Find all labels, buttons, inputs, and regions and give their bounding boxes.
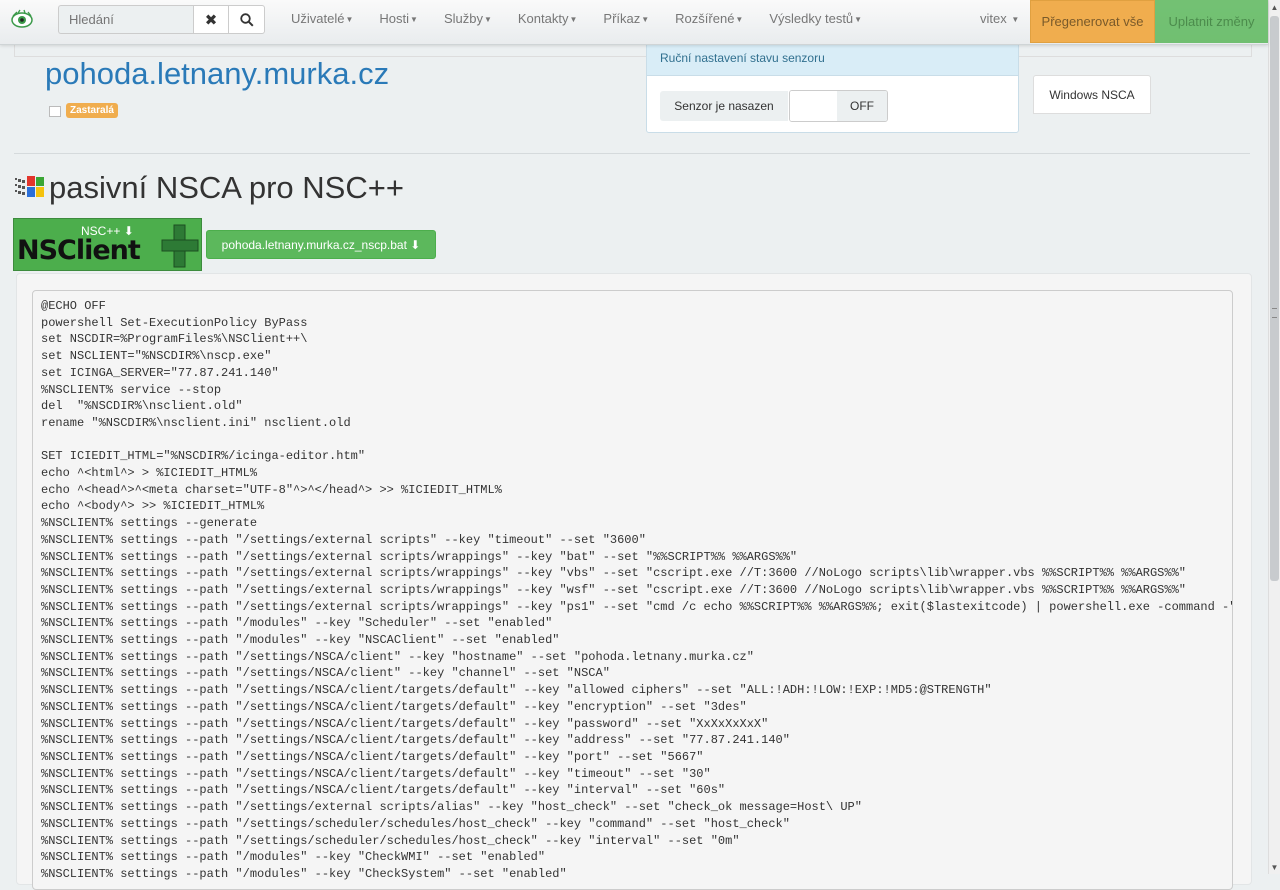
- code-line: @ECHO OFF: [41, 299, 106, 313]
- code-line: set NSCDIR=%ProgramFiles%\NSClient++\: [41, 332, 308, 347]
- code-line: %NSCLIENT% settings --path "/settings/NS…: [41, 716, 769, 731]
- nsclient-download-link[interactable]: NSC++ ⬇ NSClient: [13, 218, 202, 271]
- code-line: %NSCLIENT% settings --path "/settings/ex…: [41, 582, 1186, 597]
- code-line: %NSCLIENT% settings --path "/settings/NS…: [41, 766, 711, 781]
- navbar: ✖ Uživatelé▼ Hosti▼ Služby▼ Kontakty▼ Př…: [0, 0, 1268, 45]
- code-line: echo ^<head^>^<meta charset="UTF-8"^>^</…: [41, 482, 502, 497]
- menu-label: Rozšířené: [675, 11, 735, 26]
- code-line: %NSCLIENT% settings --path "/settings/ex…: [41, 599, 1233, 614]
- menu-label: Výsledky testů: [769, 11, 854, 26]
- toggle-state: OFF: [837, 91, 887, 121]
- user-name: vitex: [980, 11, 1007, 26]
- code-line: %NSCLIENT% settings --path "/settings/ex…: [41, 566, 1186, 581]
- bat-download-button[interactable]: pohoda.letnany.murka.cz_nscp.bat ⬇: [206, 230, 436, 259]
- caret-down-icon: ▼: [1011, 14, 1020, 24]
- page-title-text: pasivní NSCA pro NSC++: [49, 170, 404, 205]
- code-line: rename "%NSCDIR%\nsclient.ini" nsclient.…: [41, 415, 351, 430]
- code-line: %NSCLIENT% settings --path "/settings/sc…: [41, 833, 740, 848]
- main-menu: Uživatelé▼ Hosti▼ Služby▼ Kontakty▼ Přík…: [278, 0, 875, 38]
- host-title[interactable]: pohoda.letnany.murka.cz: [45, 56, 389, 92]
- search-button[interactable]: [229, 5, 265, 34]
- code-line: %NSCLIENT% settings --path "/modules" --…: [41, 866, 567, 881]
- scroll-down-arrow-icon[interactable]: ▼: [1269, 860, 1280, 874]
- caret-down-icon: ▼: [483, 14, 492, 24]
- clear-search-button[interactable]: ✖: [193, 5, 229, 34]
- code-line: %NSCLIENT% settings --path "/modules" --…: [41, 616, 553, 631]
- code-line: echo ^<body^> >> %ICIEDIT_HTML%: [41, 499, 265, 514]
- code-line: %NSCLIENT% settings --generate: [41, 516, 258, 531]
- host-computer-icon: [49, 106, 61, 117]
- code-line: %NSCLIENT% settings --path "/settings/NS…: [41, 683, 992, 698]
- menu-label: Hosti: [379, 11, 410, 26]
- page-scrollbar[interactable]: ▲ ▼: [1268, 0, 1280, 874]
- code-line: del "%NSCDIR%\nsclient.old": [41, 399, 243, 414]
- scroll-grip-icon: [1272, 308, 1277, 318]
- caret-down-icon: ▼: [854, 14, 863, 24]
- menu-label: Kontakty: [517, 11, 569, 26]
- caret-down-icon: ▼: [735, 14, 744, 24]
- bat-download-label: pohoda.letnany.murka.cz_nscp.bat: [221, 237, 407, 252]
- download-icon: ⬇: [410, 237, 421, 252]
- plus-icon: [161, 224, 199, 268]
- search-icon: [239, 12, 254, 27]
- user-menu[interactable]: vitex ▼: [970, 0, 1029, 39]
- menu-test-results[interactable]: Výsledky testů▼: [756, 0, 875, 38]
- windows-logo-icon: [15, 176, 44, 197]
- menu-hosts[interactable]: Hosti▼: [366, 0, 431, 38]
- page-title: pasivní NSCA pro NSC++: [13, 170, 404, 206]
- menu-label: Služby: [443, 11, 483, 26]
- caret-down-icon: ▼: [410, 14, 418, 24]
- caret-down-icon: ▼: [569, 14, 578, 24]
- app-logo-icon[interactable]: [10, 8, 34, 32]
- divider: [14, 153, 1250, 154]
- nsclient-logo-wordmark: NSClient: [17, 235, 141, 266]
- scroll-up-arrow-icon[interactable]: ▲: [1269, 0, 1280, 14]
- code-line: %NSCLIENT% settings --path "/modules" --…: [41, 850, 546, 865]
- search-group: ✖: [58, 5, 265, 36]
- code-line: %NSCLIENT% settings --path "/settings/NS…: [41, 783, 726, 798]
- toggle-handle[interactable]: [790, 91, 837, 121]
- sensor-deployed-label: Senzor je nasazen: [660, 91, 788, 121]
- scroll-thumb[interactable]: [1270, 16, 1279, 581]
- code-line: %NSCLIENT% settings --path "/settings/ex…: [41, 800, 862, 815]
- regenerate-all-button[interactable]: Přegenerovat vše: [1030, 0, 1155, 43]
- code-line: SET ICIEDIT_HTML="%NSCDIR%/icinga-editor…: [41, 449, 366, 464]
- code-line: %NSCLIENT% settings --path "/settings/NS…: [41, 749, 704, 764]
- menu-contacts[interactable]: Kontakty▼: [505, 0, 591, 38]
- close-icon: ✖: [204, 11, 218, 29]
- code-line: %NSCLIENT% settings --path "/settings/NS…: [41, 649, 754, 664]
- caret-down-icon: ▼: [345, 14, 354, 24]
- code-line: %NSCLIENT% settings --path "/settings/ex…: [41, 549, 798, 564]
- menu-services[interactable]: Služby▼: [431, 0, 505, 38]
- code-line: echo ^<html^> > %ICIEDIT_HTML%: [41, 466, 258, 481]
- status-badge: Zastaralá: [66, 103, 118, 118]
- code-line: powershell Set-ExecutionPolicy ByPass: [41, 315, 308, 330]
- code-line: %NSCLIENT% settings --path "/settings/NS…: [41, 733, 790, 748]
- sensor-toggle[interactable]: OFF: [789, 90, 888, 122]
- code-line: %NSCLIENT% settings --path "/settings/sc…: [41, 816, 790, 831]
- code-line: %NSCLIENT% service --stop: [41, 382, 222, 397]
- caret-down-icon: ▼: [641, 14, 650, 24]
- search-input[interactable]: [58, 5, 193, 34]
- sensor-panel-heading: Ruční nastavení stavu senzoru: [647, 41, 1018, 76]
- menu-command[interactable]: Příkaz▼: [590, 0, 662, 38]
- menu-advanced[interactable]: Rozšířené▼: [662, 0, 756, 38]
- menu-label: Uživatelé: [291, 11, 345, 26]
- menu-users[interactable]: Uživatelé▼: [278, 0, 366, 38]
- code-line: set NSCLIENT="%NSCDIR%\nscp.exe": [41, 349, 272, 364]
- sensor-panel: Ruční nastavení stavu senzoru Senzor je …: [646, 40, 1019, 133]
- tab-windows-nsca[interactable]: Windows NSCA: [1033, 75, 1151, 114]
- code-line: set ICINGA_SERVER="77.87.241.140": [41, 365, 279, 380]
- code-line: %NSCLIENT% settings --path "/modules" --…: [41, 633, 560, 648]
- script-code-block[interactable]: @ECHO OFF powershell Set-ExecutionPolicy …: [32, 290, 1233, 890]
- menu-label: Příkaz: [603, 11, 641, 26]
- code-line: %NSCLIENT% settings --path "/settings/NS…: [41, 666, 610, 681]
- code-line: %NSCLIENT% settings --path "/settings/ex…: [41, 532, 646, 547]
- apply-changes-button[interactable]: Uplatnit změny: [1155, 0, 1268, 43]
- code-line: %NSCLIENT% settings --path "/settings/NS…: [41, 699, 747, 714]
